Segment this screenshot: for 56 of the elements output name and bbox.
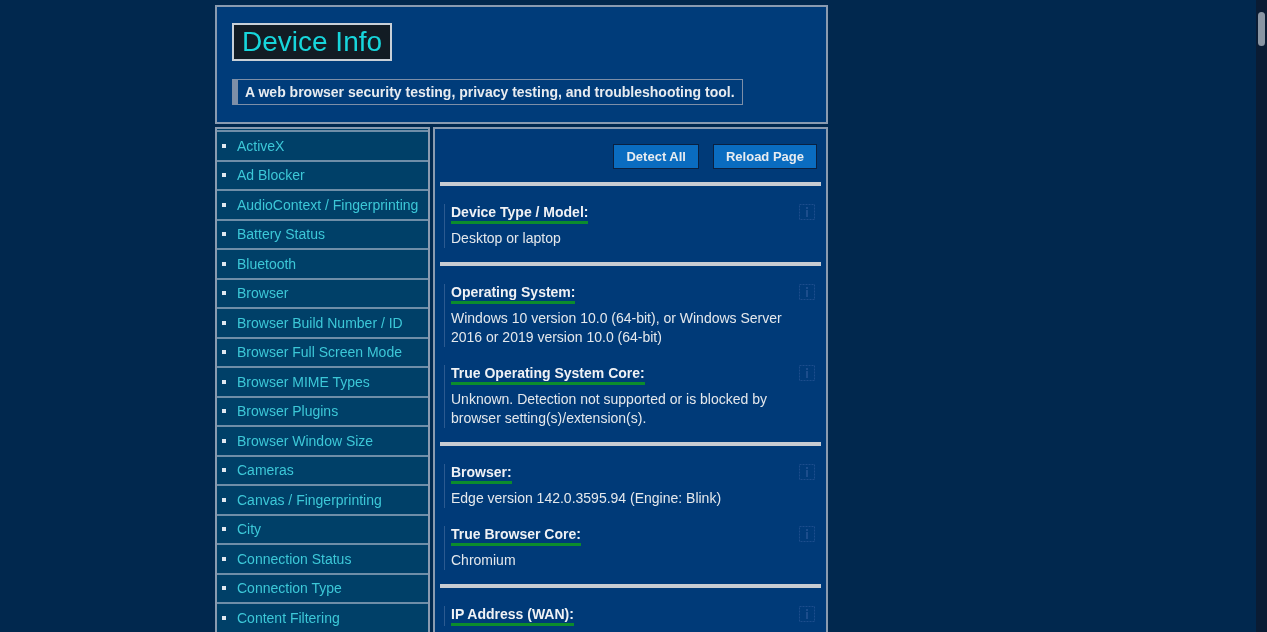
sidebar-link[interactable]: AudioContext / Fingerprinting [217,189,428,219]
field-value: Windows 10 version 10.0 (64-bit), or Windows Server 2016 or 2019 version 10.0 (64-bit) [451,309,783,347]
bullet-icon [222,527,226,532]
bullet-icon [222,320,226,325]
info-icon[interactable] [799,526,815,542]
sidebar-link[interactable]: Connection Status [217,543,428,573]
sidebar-link[interactable]: Browser Window Size [217,425,428,455]
bullet-icon [222,143,226,148]
tagline: A web browser security testing, privacy testing, and troubleshooting tool. [232,79,743,105]
bullet-icon [222,202,226,207]
bullet-icon [222,379,226,384]
bullet-icon [222,468,226,473]
bullet-icon [222,615,226,620]
field-label: Device Type / Model: [451,204,589,224]
field-label: True Browser Core: [451,526,581,546]
bullet-icon [222,586,226,591]
bullet-icon [222,556,226,561]
field-value: Unknown. Detection not supported or is blocked by browser setting(s)/extension(s). [451,390,768,428]
action-button[interactable]: Detect All [613,144,699,169]
scrollbar[interactable] [1256,0,1267,632]
bullet-icon [222,232,226,237]
field-value: Edge version 142.0.3595.94 (Engine: Blink) [451,489,723,508]
field-value: Desktop or laptop [451,229,562,248]
sidebar-link[interactable]: Browser Plugins [217,395,428,425]
sidebar-link[interactable]: Browser MIME Types [217,366,428,396]
site-title: Device Info [232,23,393,61]
sidebar-link[interactable]: Browser Build Number / ID [217,307,428,337]
sidebar-link[interactable]: Browser Full Screen Mode [217,336,428,366]
field-label: Operating System: [451,284,576,304]
sidebar-link[interactable]: Connection Type [217,572,428,602]
bullet-icon [222,261,226,266]
sidebar-link[interactable]: Bluetooth [217,248,428,278]
sidebar-link[interactable]: Cameras [217,454,428,484]
bullet-icon [222,409,226,414]
info-icon[interactable] [799,365,815,381]
field-value: Chromium [451,551,517,570]
field-label: IP Address (WAN): [451,606,574,626]
sidebar-link[interactable]: City [217,513,428,543]
sidebar-link[interactable]: Content Filtering [217,602,428,632]
bullet-icon [222,497,226,502]
action-button[interactable]: Reload Page [712,144,817,169]
sidebar-link[interactable]: Browser [217,277,428,307]
sidebar-link[interactable]: ActiveX [217,130,428,160]
info-icon[interactable] [799,606,815,622]
bullet-icon [222,291,226,296]
field-label: True Operating System Core: [451,365,645,385]
info-icon[interactable] [799,464,815,480]
field-label: Browser: [451,464,512,484]
sidebar-link[interactable]: Battery Status [217,218,428,248]
info-icon[interactable] [799,204,815,220]
sidebar-link[interactable]: Ad Blocker [217,159,428,189]
bullet-icon [222,438,226,443]
bullet-icon [222,173,226,178]
sidebar-link[interactable]: Canvas / Fingerprinting [217,484,428,514]
bullet-icon [222,350,226,355]
info-icon[interactable] [799,284,815,300]
